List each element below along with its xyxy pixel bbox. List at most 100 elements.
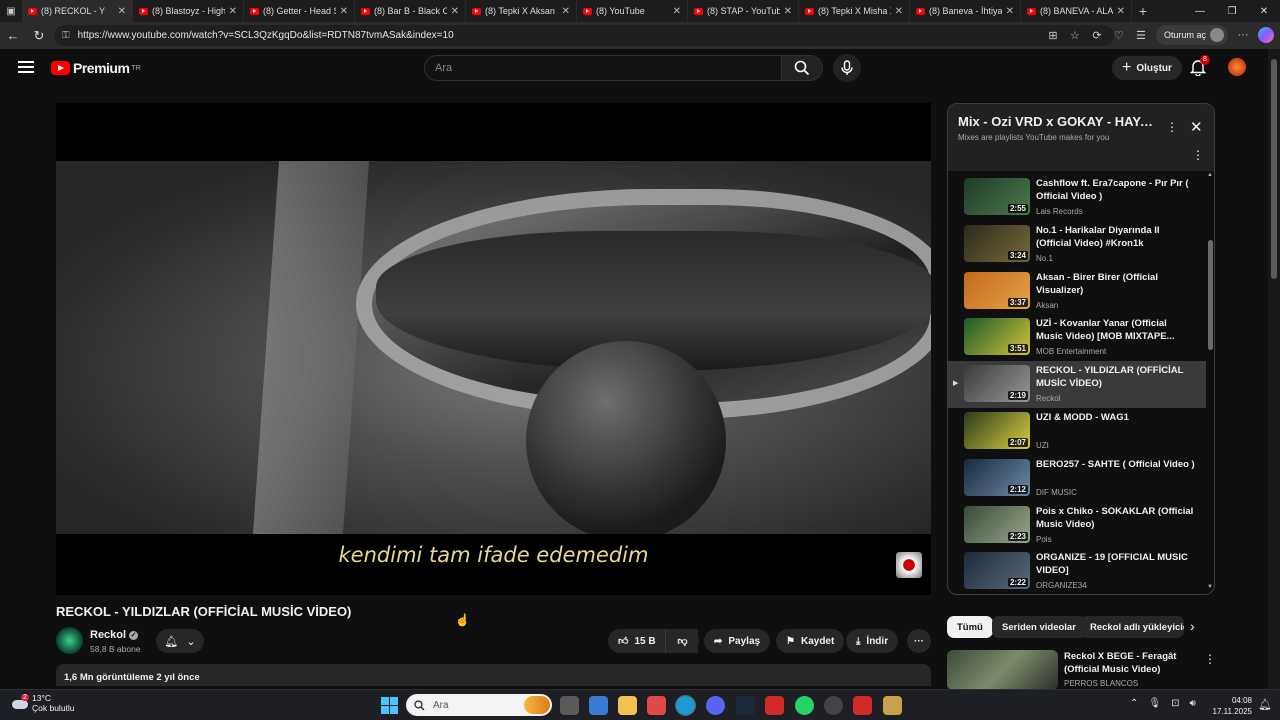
tab-close-icon[interactable]: ✕ bbox=[118, 6, 126, 17]
taskbar-search[interactable]: Ara bbox=[406, 694, 552, 716]
channel-avatar[interactable] bbox=[56, 627, 83, 654]
playlist-item[interactable]: 2:55 Cashflow ft. Era7capone - Pır Pır ( … bbox=[948, 174, 1206, 221]
notifications-button[interactable]: 8 bbox=[1189, 55, 1210, 77]
page-scrollbar-thumb[interactable] bbox=[1271, 59, 1277, 279]
subscription-bell-button[interactable]: 🔔︎ ⌄ bbox=[156, 629, 204, 653]
app-install-icon[interactable]: ⊞ bbox=[1046, 29, 1060, 42]
browser-tab[interactable]: (8) RECKOL - Y ✕ bbox=[22, 0, 133, 22]
browser-tab[interactable]: (8) YouTube ✕ bbox=[577, 0, 688, 22]
video-player[interactable]: kendimi tam ifade edemedim bbox=[56, 103, 931, 595]
weather-widget[interactable]: 2 13°C Çok bulutlu bbox=[10, 693, 75, 713]
voice-search-button[interactable] bbox=[833, 54, 861, 82]
playlist-item[interactable]: 2:12 BERO257 - SAHTE ( Official Video ) DI… bbox=[948, 455, 1206, 502]
tab-close-icon[interactable]: ✕ bbox=[562, 6, 570, 17]
search-input[interactable]: Ara bbox=[424, 55, 782, 81]
playlist-item[interactable]: 2:07 UZI & MODD - WAG1 UZI bbox=[948, 408, 1206, 455]
create-button[interactable]: + Oluştur bbox=[1112, 56, 1182, 80]
playlist-scrollbar-thumb[interactable] bbox=[1208, 240, 1213, 350]
discord-icon[interactable] bbox=[706, 696, 725, 715]
close-window-icon[interactable]: ✕ bbox=[1248, 0, 1280, 22]
workspaces-icon[interactable]: ▣ bbox=[0, 0, 22, 22]
app-circle-icon[interactable] bbox=[824, 696, 843, 715]
tab-close-icon[interactable]: ✕ bbox=[784, 6, 792, 17]
description-box[interactable]: 1,6 Mn görüntüleme 2 yıl önce bbox=[56, 664, 931, 686]
windows-start-icon[interactable] bbox=[381, 697, 398, 714]
browser-tab[interactable]: (8) STAP - YouTube ✕ bbox=[688, 0, 799, 22]
scroll-down-icon[interactable]: ▼ bbox=[1207, 584, 1213, 590]
whatsapp-icon[interactable] bbox=[795, 696, 814, 715]
more-actions-button[interactable]: ··· bbox=[907, 629, 931, 653]
playlist-item[interactable]: 3:37 Aksan - Birer Birer (Official Visual… bbox=[948, 268, 1206, 315]
file-explorer-icon[interactable] bbox=[618, 696, 637, 715]
recommended-menu-icon[interactable]: ⋮ bbox=[1204, 652, 1215, 666]
app-red-icon[interactable] bbox=[765, 696, 784, 715]
network-icon[interactable]: ⊡ bbox=[1171, 698, 1179, 709]
address-field[interactable]: ⚿ https://www.youtube.com/watch?v=SCL3Qz… bbox=[54, 25, 1114, 46]
tab-close-icon[interactable]: ✕ bbox=[340, 6, 348, 17]
tab-close-icon[interactable]: ✕ bbox=[673, 6, 681, 17]
chip-series-videos[interactable]: Seriden videolar bbox=[992, 616, 1086, 638]
browser-tab[interactable]: (8) BANEVA - ALATL ✕ bbox=[1021, 0, 1132, 22]
steam-icon[interactable] bbox=[736, 696, 755, 715]
tab-close-icon[interactable]: ✕ bbox=[451, 6, 459, 17]
playlist-scrollbar[interactable]: ▲ ▼ bbox=[1207, 172, 1214, 594]
tab-close-icon[interactable]: ✕ bbox=[1117, 6, 1125, 17]
playlist-title[interactable]: Mix - Ozi VRD x GOKAY - HAYAT... bbox=[958, 114, 1153, 129]
channel-name[interactable]: Reckol ✓ bbox=[90, 629, 139, 641]
back-icon[interactable]: ← bbox=[0, 28, 26, 43]
chip-uploader[interactable]: Reckol adlı yükleyicid bbox=[1080, 616, 1184, 638]
tray-mic-icon[interactable]: 🎙︎ bbox=[1148, 698, 1161, 709]
chip-all[interactable]: Tümü bbox=[947, 616, 993, 638]
browser-tab[interactable]: (8) Blastoyz - High ✕ bbox=[133, 0, 244, 22]
task-view-icon[interactable] bbox=[560, 696, 579, 715]
close-playlist-icon[interactable]: ✕ bbox=[1190, 118, 1203, 136]
share-button[interactable]: ➦ Paylaş bbox=[704, 629, 771, 653]
widgets-icon[interactable] bbox=[589, 696, 608, 715]
browser-tab[interactable]: (8) Tepki X Aksan X ✕ bbox=[466, 0, 577, 22]
copilot-icon[interactable] bbox=[1258, 27, 1274, 43]
volume-icon[interactable]: 🔊︎ bbox=[1189, 698, 1195, 709]
browser-tab[interactable]: (8) Getter - Head Sp ✕ bbox=[244, 0, 355, 22]
browser-tab[interactable]: (8) Bar B - Black Co ✕ bbox=[355, 0, 466, 22]
refresh-icon[interactable]: ↻ bbox=[26, 28, 52, 44]
playlist-item[interactable]: 3:24 No.1 - Harikalar Diyarında II (Offic… bbox=[948, 221, 1206, 268]
restore-icon[interactable]: ❐ bbox=[1216, 0, 1248, 22]
snipping-tool-icon[interactable] bbox=[647, 696, 666, 715]
site-info-icon[interactable]: ⚿ bbox=[62, 30, 70, 41]
hamburger-menu-icon[interactable] bbox=[18, 61, 34, 73]
search-button[interactable] bbox=[781, 55, 823, 81]
settings-more-icon[interactable]: ··· bbox=[1236, 29, 1250, 41]
new-tab-button[interactable]: + bbox=[1132, 3, 1154, 19]
browser-essentials-icon[interactable]: ♡ bbox=[1112, 29, 1126, 42]
dislike-button[interactable]: 👎︎ bbox=[665, 629, 699, 653]
channel-watermark[interactable] bbox=[896, 552, 922, 578]
playlist-options-icon[interactable]: ⋮ bbox=[1192, 148, 1204, 162]
playlist-item[interactable]: 2:23 Pois x Chiko - SOKAKLAR (Official Mu… bbox=[948, 502, 1206, 549]
browser-tab[interactable]: (8) Baneva - İhtiyac ✕ bbox=[910, 0, 1021, 22]
chevron-right-icon[interactable]: › bbox=[1190, 618, 1195, 634]
tray-expand-icon[interactable]: ⌃ bbox=[1130, 698, 1138, 709]
recommended-video[interactable]: Reckol X BEGE - Feragât (Official Music … bbox=[947, 650, 1215, 690]
playlist-item[interactable]: ▶ 2:19 RECKOL - YILDIZLAR (OFFİCİAL MUSİC … bbox=[948, 361, 1206, 408]
profile-button[interactable]: Oturum aç bbox=[1155, 25, 1228, 45]
playlist-item[interactable]: 3:51 UZİ - Kovanlar Yanar (Official Music… bbox=[948, 314, 1206, 361]
account-avatar[interactable] bbox=[1228, 58, 1246, 76]
collections-icon[interactable]: ☰ bbox=[1134, 29, 1148, 42]
notification-center-icon[interactable]: 🔔︎ bbox=[1258, 698, 1272, 711]
browser-tab[interactable]: (8) Tepki X Misha X ✕ bbox=[799, 0, 910, 22]
page-scrollbar[interactable] bbox=[1268, 49, 1280, 689]
playlist-item[interactable]: 2:22 ORGANIZE - 19 [OFFICIAL MUSIC VIDEO]… bbox=[948, 548, 1206, 594]
download-button[interactable]: ⤓ İndir bbox=[846, 629, 899, 653]
tab-close-icon[interactable]: ✕ bbox=[895, 6, 903, 17]
tab-close-icon[interactable]: ✕ bbox=[229, 6, 237, 17]
extensions-icon[interactable]: ⟳ bbox=[1090, 29, 1104, 42]
minimize-icon[interactable]: — bbox=[1184, 0, 1216, 22]
playlist-menu-icon[interactable]: ⋮ bbox=[1166, 120, 1178, 134]
taskbar-clock[interactable]: 04:08 17.11.2025 bbox=[1212, 695, 1252, 717]
app-red-2-icon[interactable] bbox=[853, 696, 872, 715]
scroll-up-icon[interactable]: ▲ bbox=[1207, 172, 1213, 178]
edge-browser-icon[interactable] bbox=[675, 695, 696, 716]
save-button[interactable]: ⚑ Kaydet bbox=[776, 629, 845, 653]
favorite-star-icon[interactable]: ☆ bbox=[1068, 29, 1082, 42]
tab-close-icon[interactable]: ✕ bbox=[1006, 6, 1014, 17]
